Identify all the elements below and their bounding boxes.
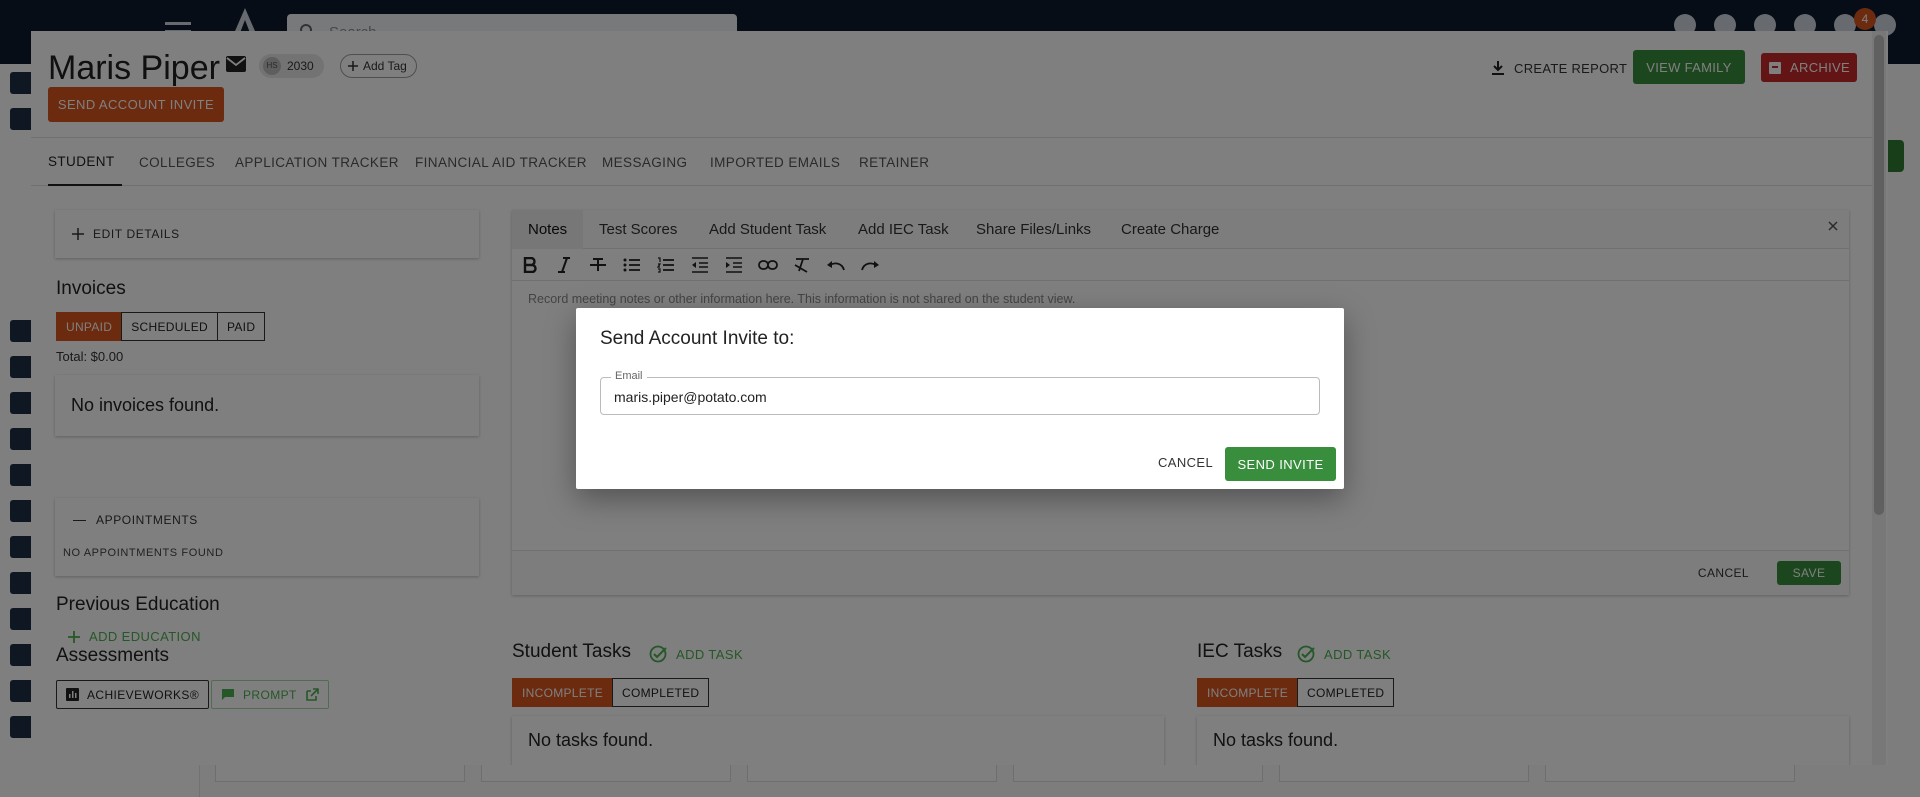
email-label: Email: [611, 370, 647, 382]
send-invite-button[interactable]: SEND INVITE: [1225, 447, 1336, 481]
email-field[interactable]: Email maris.piper@potato.com: [600, 370, 1320, 415]
send-invite-dialog: Send Account Invite to: Email maris.pipe…: [576, 308, 1344, 489]
email-value[interactable]: maris.piper@potato.com: [614, 389, 767, 405]
dialog-title: Send Account Invite to:: [600, 328, 795, 349]
cancel-button[interactable]: CANCEL: [1158, 455, 1213, 470]
